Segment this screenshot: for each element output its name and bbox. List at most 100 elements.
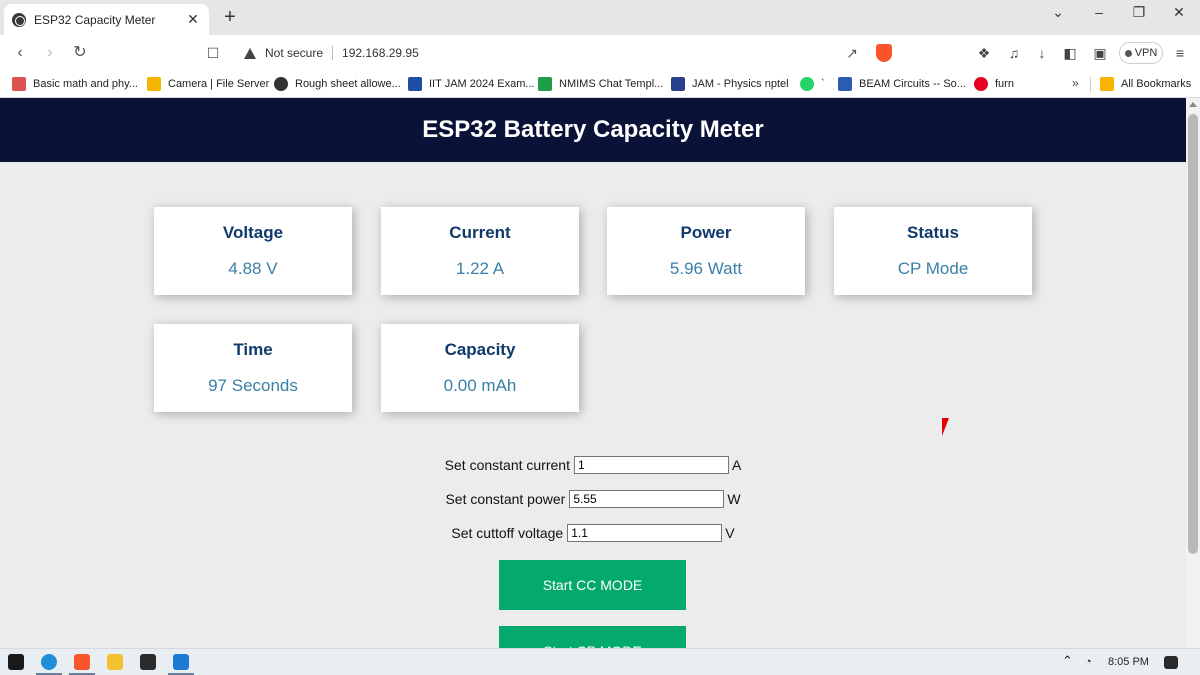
constant-power-row: Set constant power W [0,490,1186,508]
scrollbar-thumb[interactable] [1188,114,1198,554]
vscode-icon[interactable] [173,654,189,670]
bookmark-favicon-icon [12,77,26,91]
back-icon[interactable]: ‹ [10,43,30,63]
bookmark-item[interactable]: Camera | File Server [147,76,269,92]
card-label: Voltage [222,223,284,242]
bookmark-item[interactable]: Rough sheet allowe... [274,76,401,92]
edge-icon[interactable] [41,654,57,670]
reload-icon[interactable]: ↻ [70,43,90,63]
time-card: Time 97 Seconds [154,324,352,412]
vpn-status-icon [1124,49,1132,57]
card-value: 97 Seconds [208,376,298,395]
globe-icon [12,12,26,27]
close-window-icon[interactable]: ✕ [1164,4,1194,21]
status-card: Status CP Mode [834,207,1032,295]
bookmark-item[interactable]: IIT JAM 2024 Exam... [408,76,535,92]
windows-start-icon[interactable] [8,654,24,670]
bookmark-favicon-icon [538,77,552,91]
share-icon[interactable]: ↗ [846,45,858,62]
card-label: Capacity [444,340,516,359]
new-tab-icon[interactable]: + [220,6,240,29]
globe-icon [274,77,288,91]
tab-close-icon[interactable]: ✕ [185,11,201,28]
folder-icon [147,77,161,91]
page-header: ESP32 Battery Capacity Meter [0,98,1186,162]
download-icon[interactable]: ↓ [1034,45,1050,61]
card-value: 1.22 A [455,259,505,278]
card-label: Status [907,223,959,242]
address-divider [332,46,334,60]
file-explorer-icon[interactable] [107,654,123,670]
bookmark-item[interactable]: JAM - Physics nptel [671,76,789,92]
cutoff-voltage-row: Set cuttoff voltage V [0,524,1186,542]
app-icon[interactable] [140,654,156,670]
clock-time[interactable]: 8:05 PM [1108,656,1149,668]
card-label: Time [233,340,273,359]
constant-current-unit: A [731,457,742,473]
vpn-label: VPN [1134,47,1158,59]
bookmark-item[interactable]: ` [800,76,825,92]
whatsapp-icon [800,77,814,91]
page-title: ESP32 Battery Capacity Meter [422,116,764,143]
sidebar-icon[interactable]: ◧ [1062,45,1078,61]
bookmarks-overflow-icon[interactable]: » [1072,76,1079,90]
bookmark-item[interactable]: furn [974,76,1014,92]
music-icon[interactable]: ♫ [1006,45,1022,61]
bookmark-favicon-icon [671,77,685,91]
brave-shields-icon[interactable] [876,44,892,62]
windows-taskbar: ⌃ ◔ 8:05 PM [0,648,1200,675]
bookmarks-divider [1090,77,1091,92]
mouse-cursor-icon [942,418,956,436]
card-value: 4.88 V [228,259,278,278]
menu-icon[interactable]: ≡ [1172,45,1188,61]
security-label: Not secure [265,46,324,60]
scroll-up-icon[interactable] [1189,102,1197,107]
current-card: Current 1.22 A [381,207,579,295]
cutoff-voltage-unit: V [725,525,735,541]
brave-icon[interactable] [74,654,90,670]
cutoff-voltage-label: Set cuttoff voltage [451,525,564,541]
extensions-icon[interactable]: ❖ [976,45,992,61]
tab-search-icon[interactable]: ⌄ [1043,4,1073,21]
page-viewport: ESP32 Battery Capacity Meter Voltage 4.8… [0,98,1186,648]
bookmark-favicon-icon [838,77,852,91]
tray-chevron-icon[interactable]: ⌃ [1062,653,1073,669]
url-text[interactable]: 192.168.29.95 [342,46,419,60]
bookmark-item[interactable]: Basic math and phy... [12,76,138,92]
page-scrollbar[interactable] [1186,98,1200,648]
card-label: Current [449,223,511,242]
card-value: CP Mode [897,259,969,278]
tab-strip: ESP32 Capacity Meter ✕ + ⌄ – ❐ ✕ [0,0,1200,35]
tab-title: ESP32 Capacity Meter [34,12,156,27]
start-cp-mode-button[interactable]: Start CP MODE [499,626,686,648]
warning-icon [244,47,256,59]
pinterest-icon [974,77,988,91]
card-value: 0.00 mAh [443,376,517,395]
bookmark-item[interactable]: NMIMS Chat Templ... [538,76,663,92]
wifi-icon[interactable]: ◔ [1085,656,1092,668]
capacity-card: Capacity 0.00 mAh [381,324,579,412]
cutoff-voltage-input[interactable] [567,524,723,542]
forward-icon[interactable]: › [40,43,60,63]
bookmark-item[interactable]: BEAM Circuits -- So... [838,76,966,92]
wallet-icon[interactable]: ▣ [1092,45,1108,61]
notification-icon[interactable] [1164,656,1178,669]
vpn-button[interactable]: VPN [1119,42,1163,64]
constant-power-unit: W [727,491,741,507]
card-label: Power [680,223,732,242]
card-value: 5.96 Watt [669,259,743,278]
constant-current-row: Set constant current A [0,456,1186,474]
bookmark-icon[interactable]: ☐ [203,43,223,63]
folder-icon [1100,77,1114,91]
bookmark-favicon-icon [408,77,422,91]
minimize-icon[interactable]: – [1084,4,1114,20]
constant-power-input[interactable] [569,490,725,508]
start-cc-mode-button[interactable]: Start CC MODE [499,560,686,610]
constant-current-input[interactable] [573,456,729,474]
tab-esp32[interactable]: ESP32 Capacity Meter ✕ [4,4,209,35]
restore-icon[interactable]: ❐ [1124,4,1154,21]
address-bar[interactable]: Not secure 192.168.29.95 ↗ [232,39,900,67]
browser-toolbar: ‹ › ↻ ☐ Not secure 192.168.29.95 ↗ ❖ ♫ ↓… [0,35,1200,71]
voltage-card: Voltage 4.88 V [154,207,352,295]
all-bookmarks[interactable]: All Bookmarks [1100,76,1191,92]
